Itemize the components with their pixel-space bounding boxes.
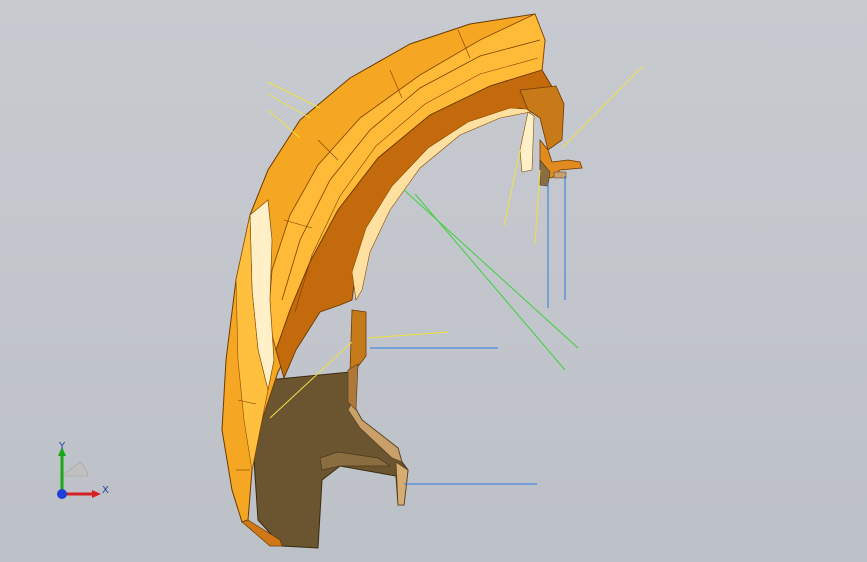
x-axis-arrowhead bbox=[92, 490, 101, 498]
triad-axes bbox=[57, 447, 101, 499]
x-axis-label: X bbox=[102, 485, 109, 496]
z-axis-dot bbox=[57, 489, 67, 499]
3d-model-view[interactable] bbox=[0, 0, 867, 562]
triad-plane bbox=[61, 461, 89, 477]
view-orientation-triad: Y X bbox=[40, 436, 120, 516]
graphics-viewport[interactable]: Y X bbox=[0, 0, 867, 562]
y-axis-label: Y bbox=[59, 441, 66, 452]
